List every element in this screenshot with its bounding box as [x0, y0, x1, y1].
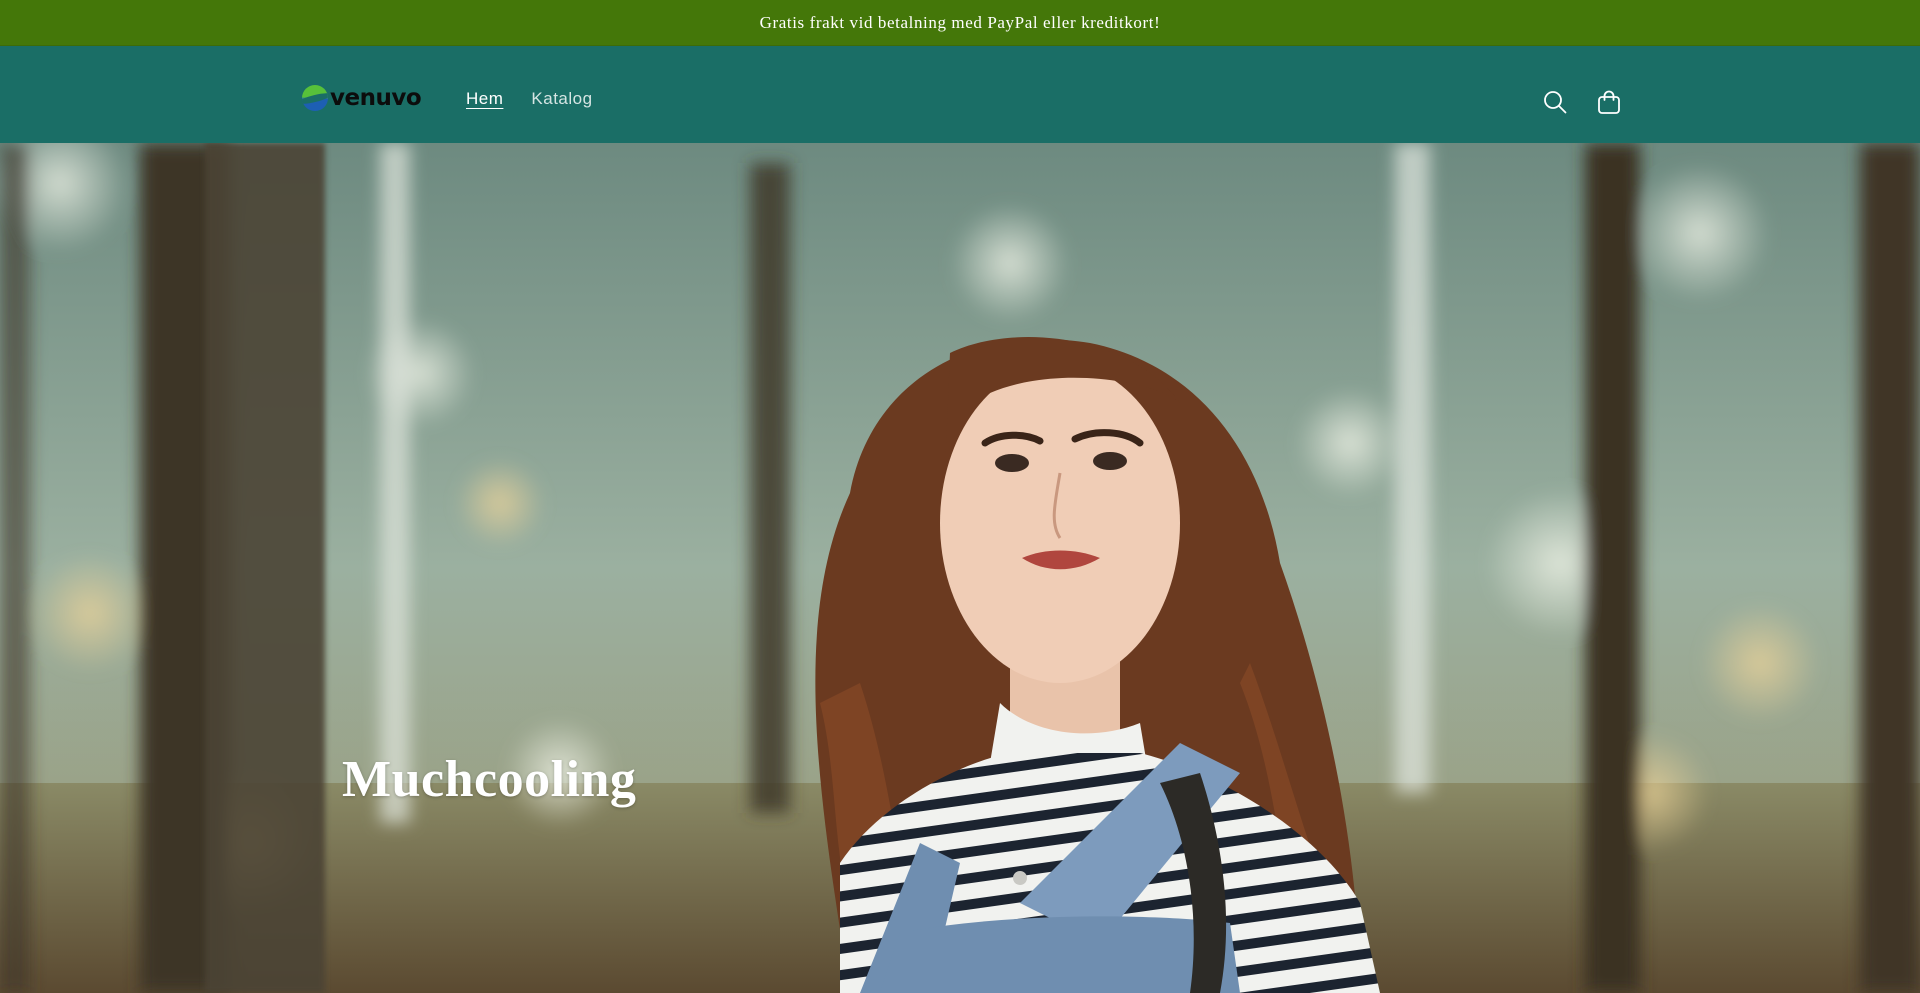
- search-icon: [1544, 91, 1567, 114]
- logo[interactable]: venuvo: [302, 84, 422, 112]
- announcement-text: Gratis frakt vid betalning med PayPal el…: [759, 12, 1161, 32]
- hero-image: [0, 143, 1920, 993]
- hero-banner: Muchcooling: [0, 143, 1920, 993]
- search-button[interactable]: [1535, 82, 1575, 122]
- nav-link-katalog[interactable]: Katalog: [531, 89, 592, 109]
- logo-mark-icon: [302, 85, 328, 111]
- logo-text: venuvo: [330, 84, 422, 111]
- nav-link-hem[interactable]: Hem: [466, 89, 503, 109]
- announcement-bar: Gratis frakt vid betalning med PayPal el…: [0, 0, 1920, 46]
- hero-title: Muchcooling: [342, 751, 637, 808]
- site-header: venuvo Hem Katalog: [0, 46, 1920, 143]
- main-nav: Hem Katalog: [466, 89, 593, 109]
- cart-icon: [1598, 90, 1620, 114]
- cart-button[interactable]: [1589, 82, 1629, 122]
